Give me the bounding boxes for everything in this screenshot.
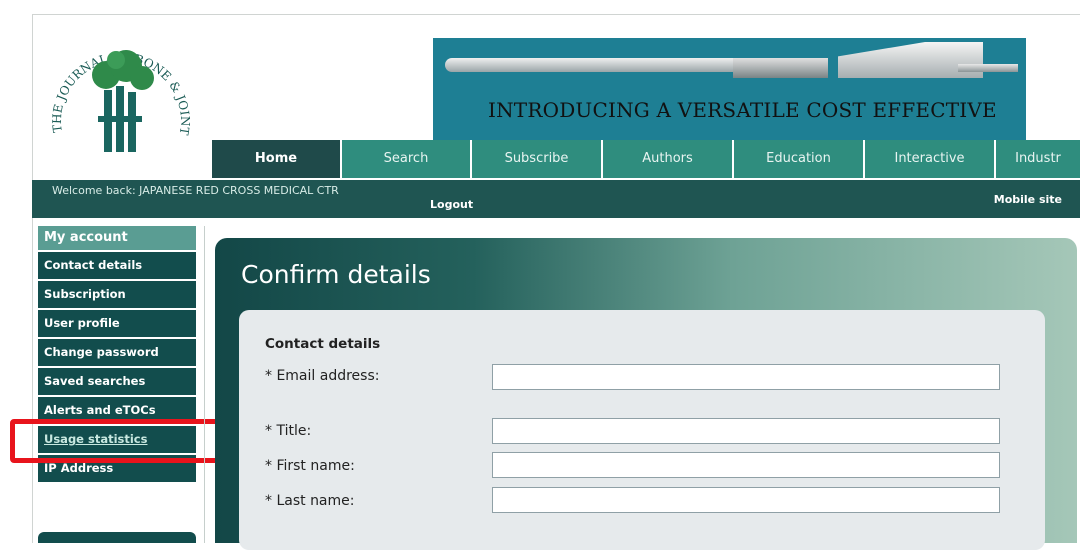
email-label: * Email address: — [265, 368, 380, 384]
highlight-box — [10, 419, 222, 463]
page-frame-left — [32, 14, 33, 543]
nav-tab-authors[interactable]: Authors — [603, 140, 734, 178]
nav-tab-education[interactable]: Education — [734, 140, 865, 178]
nav-tab-interactive[interactable]: Interactive — [865, 140, 996, 178]
page-title: Confirm details — [241, 260, 431, 289]
email-field[interactable] — [492, 364, 1000, 390]
confirm-details-panel: Confirm details Contact details * Email … — [215, 238, 1077, 550]
title-label: * Title: — [265, 423, 312, 439]
nav-tab-home[interactable]: Home — [212, 140, 342, 178]
form-card: Contact details * Email address: * Title… — [239, 310, 1045, 550]
nav-tab-industry[interactable]: Industr — [996, 140, 1080, 178]
column-divider — [204, 226, 205, 543]
ad-banner[interactable]: INTRODUCING A VERSATILE COST EFFECTIVE — [433, 38, 1026, 142]
sidebar-item-saved-searches[interactable]: Saved searches — [38, 368, 196, 395]
welcome-message: Welcome back: JAPANESE RED CROSS MEDICAL… — [52, 184, 339, 197]
title-field[interactable] — [492, 418, 1000, 444]
journal-logo[interactable]: THE JOURNAL OF BONE & JOINT SURGERY(Br) — [35, 9, 200, 160]
last-name-label: * Last name: — [265, 493, 355, 509]
implant-sleeve-graphic — [733, 58, 828, 78]
implant-pin-graphic — [958, 64, 1018, 72]
sidebar-item-contact-details[interactable]: Contact details — [38, 252, 196, 279]
first-name-field[interactable] — [492, 452, 1000, 478]
sidebar-heading: My account — [38, 226, 196, 250]
sidebar-lower-box — [38, 532, 196, 543]
logout-link[interactable]: Logout — [430, 198, 473, 211]
first-name-label: * First name: — [265, 458, 355, 474]
implant-head-graphic — [838, 42, 983, 78]
sidebar-item-user-profile[interactable]: User profile — [38, 310, 196, 337]
sidebar-item-change-password[interactable]: Change password — [38, 339, 196, 366]
nav-tab-subscribe[interactable]: Subscribe — [472, 140, 603, 178]
mobile-site-link[interactable]: Mobile site — [994, 193, 1062, 206]
page-frame-top — [32, 14, 1080, 15]
main-nav: Home Search Subscribe Authors Education … — [212, 140, 1080, 178]
banner-caption: INTRODUCING A VERSATILE COST EFFECTIVE — [488, 98, 997, 122]
welcome-bar: Welcome back: JAPANESE RED CROSS MEDICAL… — [32, 180, 1080, 218]
nav-tab-search[interactable]: Search — [342, 140, 472, 178]
sidebar-item-subscription[interactable]: Subscription — [38, 281, 196, 308]
section-title: Contact details — [265, 336, 381, 352]
last-name-field[interactable] — [492, 487, 1000, 513]
